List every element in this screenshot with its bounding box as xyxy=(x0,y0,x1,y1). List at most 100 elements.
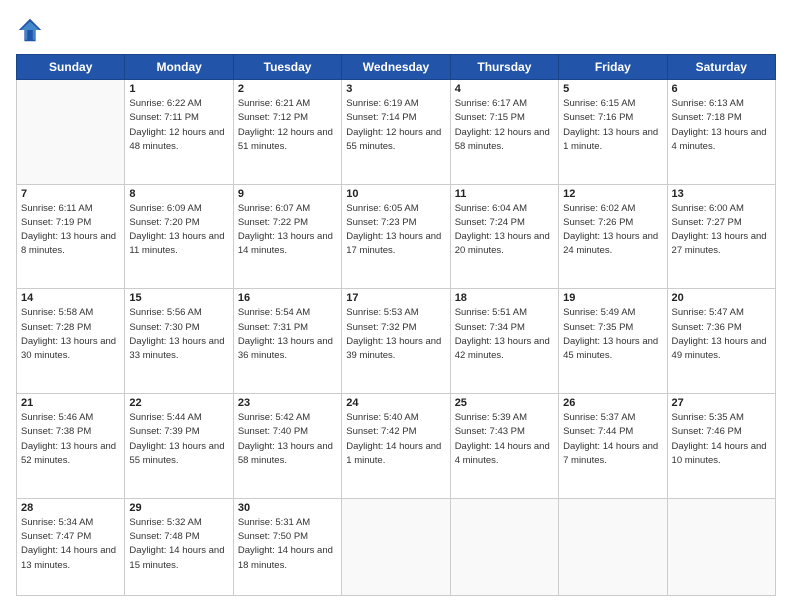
week-row-5: 28 Sunrise: 5:34 AMSunset: 7:47 PMDayligh… xyxy=(17,498,776,595)
col-header-thursday: Thursday xyxy=(450,55,558,80)
day-number: 5 xyxy=(563,83,662,95)
calendar-cell: 29 Sunrise: 5:32 AMSunset: 7:48 PMDayligh… xyxy=(125,498,233,595)
day-number: 13 xyxy=(672,188,771,200)
day-info: Sunrise: 5:40 AMSunset: 7:42 PMDaylight:… xyxy=(346,411,445,468)
calendar-cell: 22 Sunrise: 5:44 AMSunset: 7:39 PMDayligh… xyxy=(125,394,233,499)
day-number: 12 xyxy=(563,188,662,200)
day-number: 22 xyxy=(129,397,228,409)
calendar-cell: 16 Sunrise: 5:54 AMSunset: 7:31 PMDayligh… xyxy=(233,289,341,394)
col-header-monday: Monday xyxy=(125,55,233,80)
day-number: 25 xyxy=(455,397,554,409)
day-info: Sunrise: 5:39 AMSunset: 7:43 PMDaylight:… xyxy=(455,411,554,468)
day-number: 24 xyxy=(346,397,445,409)
day-number: 3 xyxy=(346,83,445,95)
calendar-cell: 27 Sunrise: 5:35 AMSunset: 7:46 PMDayligh… xyxy=(667,394,775,499)
day-info: Sunrise: 5:34 AMSunset: 7:47 PMDaylight:… xyxy=(21,516,120,573)
day-number: 19 xyxy=(563,292,662,304)
calendar-cell: 2 Sunrise: 6:21 AMSunset: 7:12 PMDaylight… xyxy=(233,80,341,185)
calendar-header-row: SundayMondayTuesdayWednesdayThursdayFrid… xyxy=(17,55,776,80)
calendar-cell: 13 Sunrise: 6:00 AMSunset: 7:27 PMDayligh… xyxy=(667,184,775,289)
day-info: Sunrise: 6:13 AMSunset: 7:18 PMDaylight:… xyxy=(672,97,771,154)
day-info: Sunrise: 6:04 AMSunset: 7:24 PMDaylight:… xyxy=(455,202,554,259)
day-info: Sunrise: 5:37 AMSunset: 7:44 PMDaylight:… xyxy=(563,411,662,468)
logo xyxy=(16,16,48,44)
calendar-cell: 9 Sunrise: 6:07 AMSunset: 7:22 PMDaylight… xyxy=(233,184,341,289)
day-number: 14 xyxy=(21,292,120,304)
calendar-cell: 3 Sunrise: 6:19 AMSunset: 7:14 PMDaylight… xyxy=(342,80,450,185)
calendar-cell: 26Sunrise: 5:37 AMSunset: 7:44 PMDayligh… xyxy=(559,394,667,499)
calendar-cell: 17 Sunrise: 5:53 AMSunset: 7:32 PMDayligh… xyxy=(342,289,450,394)
calendar-cell: 25 Sunrise: 5:39 AMSunset: 7:43 PMDayligh… xyxy=(450,394,558,499)
day-number: 4 xyxy=(455,83,554,95)
day-info: Sunrise: 6:21 AMSunset: 7:12 PMDaylight:… xyxy=(238,97,337,154)
calendar-cell: 1 Sunrise: 6:22 AMSunset: 7:11 PMDaylight… xyxy=(125,80,233,185)
calendar-table: SundayMondayTuesdayWednesdayThursdayFrid… xyxy=(16,54,776,596)
col-header-wednesday: Wednesday xyxy=(342,55,450,80)
day-number: 29 xyxy=(129,502,228,514)
calendar-cell: 5 Sunrise: 6:15 AMSunset: 7:16 PMDaylight… xyxy=(559,80,667,185)
day-info: Sunrise: 6:05 AMSunset: 7:23 PMDaylight:… xyxy=(346,202,445,259)
day-number: 30 xyxy=(238,502,337,514)
col-header-sunday: Sunday xyxy=(17,55,125,80)
day-number: 20 xyxy=(672,292,771,304)
day-number: 10 xyxy=(346,188,445,200)
day-number: 8 xyxy=(129,188,228,200)
day-info: Sunrise: 5:44 AMSunset: 7:39 PMDaylight:… xyxy=(129,411,228,468)
calendar-cell xyxy=(559,498,667,595)
calendar-cell xyxy=(342,498,450,595)
col-header-saturday: Saturday xyxy=(667,55,775,80)
day-number: 28 xyxy=(21,502,120,514)
calendar-cell: 8Sunrise: 6:09 AMSunset: 7:20 PMDaylight… xyxy=(125,184,233,289)
day-info: Sunrise: 6:02 AMSunset: 7:26 PMDaylight:… xyxy=(563,202,662,259)
week-row-1: 1 Sunrise: 6:22 AMSunset: 7:11 PMDaylight… xyxy=(17,80,776,185)
day-number: 27 xyxy=(672,397,771,409)
day-info: Sunrise: 5:58 AMSunset: 7:28 PMDaylight:… xyxy=(21,306,120,363)
col-header-friday: Friday xyxy=(559,55,667,80)
day-number: 17 xyxy=(346,292,445,304)
day-number: 6 xyxy=(672,83,771,95)
calendar-cell: 14 Sunrise: 5:58 AMSunset: 7:28 PMDayligh… xyxy=(17,289,125,394)
week-row-4: 21 Sunrise: 5:46 AMSunset: 7:38 PMDayligh… xyxy=(17,394,776,499)
day-info: Sunrise: 5:49 AMSunset: 7:35 PMDaylight:… xyxy=(563,306,662,363)
calendar-cell: 19 Sunrise: 5:49 AMSunset: 7:35 PMDayligh… xyxy=(559,289,667,394)
calendar-cell: 12 Sunrise: 6:02 AMSunset: 7:26 PMDayligh… xyxy=(559,184,667,289)
calendar-cell: 24 Sunrise: 5:40 AMSunset: 7:42 PMDayligh… xyxy=(342,394,450,499)
calendar-cell xyxy=(17,80,125,185)
calendar-cell: 18Sunrise: 5:51 AMSunset: 7:34 PMDayligh… xyxy=(450,289,558,394)
day-info: Sunrise: 5:51 AMSunset: 7:34 PMDaylight:… xyxy=(455,306,554,363)
logo-icon xyxy=(16,16,44,44)
day-info: Sunrise: 5:47 AMSunset: 7:36 PMDaylight:… xyxy=(672,306,771,363)
col-header-tuesday: Tuesday xyxy=(233,55,341,80)
day-number: 23 xyxy=(238,397,337,409)
day-info: Sunrise: 6:19 AMSunset: 7:14 PMDaylight:… xyxy=(346,97,445,154)
calendar-cell: 15 Sunrise: 5:56 AMSunset: 7:30 PMDayligh… xyxy=(125,289,233,394)
day-info: Sunrise: 6:07 AMSunset: 7:22 PMDaylight:… xyxy=(238,202,337,259)
day-info: Sunrise: 5:46 AMSunset: 7:38 PMDaylight:… xyxy=(21,411,120,468)
day-info: Sunrise: 6:00 AMSunset: 7:27 PMDaylight:… xyxy=(672,202,771,259)
day-info: Sunrise: 5:54 AMSunset: 7:31 PMDaylight:… xyxy=(238,306,337,363)
calendar-cell: 6 Sunrise: 6:13 AMSunset: 7:18 PMDaylight… xyxy=(667,80,775,185)
day-number: 21 xyxy=(21,397,120,409)
day-number: 2 xyxy=(238,83,337,95)
day-info: Sunrise: 6:22 AMSunset: 7:11 PMDaylight:… xyxy=(129,97,228,154)
calendar-cell: 21 Sunrise: 5:46 AMSunset: 7:38 PMDayligh… xyxy=(17,394,125,499)
day-number: 9 xyxy=(238,188,337,200)
day-number: 1 xyxy=(129,83,228,95)
calendar-cell: 4 Sunrise: 6:17 AMSunset: 7:15 PMDaylight… xyxy=(450,80,558,185)
day-info: Sunrise: 5:56 AMSunset: 7:30 PMDaylight:… xyxy=(129,306,228,363)
day-info: Sunrise: 6:11 AMSunset: 7:19 PMDaylight:… xyxy=(21,202,120,259)
calendar-cell: 28 Sunrise: 5:34 AMSunset: 7:47 PMDayligh… xyxy=(17,498,125,595)
calendar-cell: 30Sunrise: 5:31 AMSunset: 7:50 PMDayligh… xyxy=(233,498,341,595)
day-info: Sunrise: 5:32 AMSunset: 7:48 PMDaylight:… xyxy=(129,516,228,573)
calendar-cell: 7 Sunrise: 6:11 AMSunset: 7:19 PMDaylight… xyxy=(17,184,125,289)
page: SundayMondayTuesdayWednesdayThursdayFrid… xyxy=(0,0,792,612)
calendar-cell: 11Sunrise: 6:04 AMSunset: 7:24 PMDayligh… xyxy=(450,184,558,289)
day-number: 7 xyxy=(21,188,120,200)
day-number: 15 xyxy=(129,292,228,304)
header xyxy=(16,16,776,44)
day-info: Sunrise: 5:35 AMSunset: 7:46 PMDaylight:… xyxy=(672,411,771,468)
day-info: Sunrise: 6:15 AMSunset: 7:16 PMDaylight:… xyxy=(563,97,662,154)
day-info: Sunrise: 6:17 AMSunset: 7:15 PMDaylight:… xyxy=(455,97,554,154)
day-info: Sunrise: 5:53 AMSunset: 7:32 PMDaylight:… xyxy=(346,306,445,363)
day-number: 16 xyxy=(238,292,337,304)
